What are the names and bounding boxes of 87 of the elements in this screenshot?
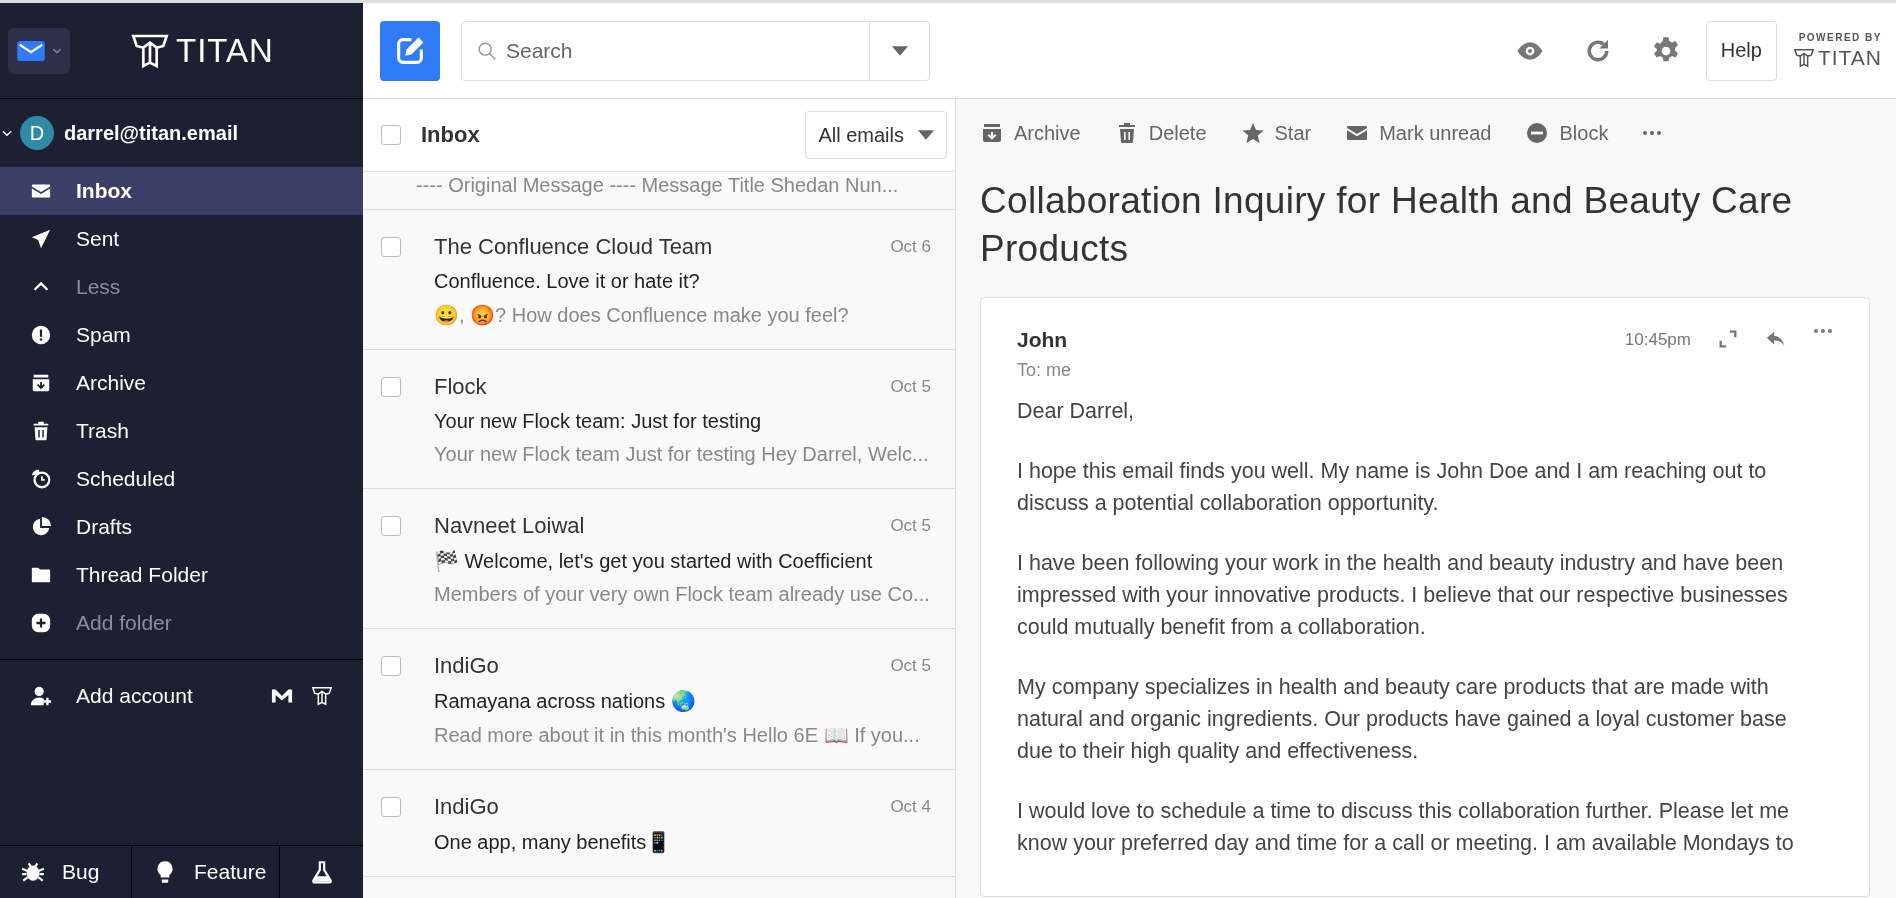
search-input[interactable]: Search	[504, 37, 869, 64]
message-date: Oct 5	[890, 656, 931, 676]
message-sender: IndiGo	[434, 794, 500, 820]
feature-button[interactable]: Feature	[132, 846, 280, 898]
message-date: Oct 5	[890, 516, 931, 536]
message-date: Oct 5	[890, 377, 931, 397]
more-icon	[1813, 328, 1833, 335]
add-account-button[interactable]: Add account	[0, 672, 271, 720]
archive-box-icon	[30, 372, 52, 394]
email-paragraph: I have been following your work in the health and beauty industry and have been impressed with your innovative products. I believe that our respective businesses could mutually benefit from a collaboration.	[1017, 550, 1789, 642]
avatar: D	[20, 116, 54, 150]
folder-item[interactable]: Archive	[0, 359, 363, 407]
message-subject: 🏁 Welcome, let's get you started with Coefficient	[434, 549, 874, 573]
email-time: 10:45pm	[1624, 330, 1691, 351]
folder-item[interactable]: Add folder	[0, 599, 363, 647]
folder-item[interactable]: Spam	[0, 311, 363, 359]
pie-icon	[30, 516, 52, 538]
email-paragraph: I would love to schedule a time to discuss this collaboration further. Please let me know your preferred day and time for a call or meeting. I am available Mondays to	[1017, 798, 1795, 858]
message-checkbox[interactable]	[381, 656, 401, 676]
plus-icon	[30, 612, 52, 634]
message-sender: IndiGo	[434, 653, 500, 679]
account-email[interactable]: darrel@titan.email	[64, 121, 238, 145]
message-subject: Ramayana across nations 🌏	[434, 689, 697, 713]
email-paragraph: Dear Darrel,	[1017, 398, 1136, 426]
folder-item[interactable]: Drafts	[0, 503, 363, 551]
message-row[interactable]: IndiGo Oct 5 Ramayana across nations 🌏 Read more about it in this month's Hello 6E 📖 If you...	[363, 629, 955, 770]
help-button[interactable]: Help	[1705, 20, 1777, 81]
message-subject: Your new Flock team: Just for testing	[434, 410, 763, 433]
bug-button[interactable]: Bug	[0, 846, 132, 898]
delete-button[interactable]: Delete	[1114, 121, 1207, 145]
message-checkbox[interactable]	[381, 237, 401, 257]
filter-dropdown[interactable]: All emails	[805, 111, 947, 159]
message-preview: Read more about it in this month's Hello 6E 📖 If you...	[434, 723, 921, 747]
email-paragraph: My company specializes in health and beauty care products that are made with natural and organic ingredients. Our products have gained a loyal customer base due to their high quality and effectiveness.	[1017, 674, 1788, 766]
more-button[interactable]	[1813, 328, 1833, 335]
message-row[interactable]: IndiGo Oct 4 One app, many benefits📱	[363, 770, 955, 877]
paper-plane-icon	[30, 228, 52, 250]
folder-title: Inbox	[421, 122, 481, 148]
folder-item[interactable]: Thread Folder	[0, 551, 363, 599]
message-date: Oct 4	[890, 797, 931, 817]
app-switcher-button[interactable]	[8, 27, 70, 74]
folder-item[interactable]: Scheduled	[0, 455, 363, 503]
folder-item[interactable]: Trash	[0, 407, 363, 455]
exclamation-icon	[30, 324, 52, 346]
message-checkbox[interactable]	[381, 377, 401, 397]
search-field[interactable]: Search	[461, 20, 930, 81]
brand-text: TITAN	[1817, 45, 1882, 70]
archive-button[interactable]: Archive	[980, 121, 1081, 145]
sender-name: John	[1017, 328, 1069, 353]
compose-button[interactable]	[380, 20, 440, 81]
folder-item[interactable]: Sent	[0, 215, 363, 263]
message-subject: One app, many benefits📱	[434, 830, 673, 854]
logo-text: TITAN	[176, 31, 274, 70]
message-subject: Confluence. Love it or hate it?	[434, 270, 701, 293]
more-button[interactable]	[1642, 130, 1663, 136]
message-checkbox[interactable]	[381, 516, 401, 536]
message-row[interactable]: The Confluence Cloud Team Oct 6 Confluence. Love it or hate it? 😀, 😡? How does Confluence make you feel?	[363, 210, 955, 350]
email-subject: Collaboration Inquiry for Health and Beauty Care Products	[980, 179, 1794, 272]
message-date: Oct 6	[890, 237, 931, 257]
titan-logo-icon	[311, 685, 333, 707]
block-button[interactable]: Block	[1525, 121, 1609, 145]
folder-item[interactable]: Inbox	[0, 167, 363, 215]
recipient-line: To: me	[1017, 360, 1073, 382]
message-row[interactable]: Flock Oct 5 Your new Flock team: Just for testing Your new Flock team Just for testing Hey Darrel, Welc...	[363, 350, 955, 489]
clock-icon	[30, 468, 52, 490]
person-plus-icon	[30, 685, 52, 707]
message-preview: 😀, 😡? How does Confluence make you feel?	[434, 303, 850, 327]
folder-item[interactable]: Less	[0, 263, 363, 311]
email-paragraph: I hope this email finds you well. My name is John Doe and I am reaching out to discuss a potential collaboration opportunity.	[1017, 458, 1768, 518]
message-preview: Your new Flock team Just for testing Hey Darrel, Welc...	[434, 443, 930, 466]
archive-box-icon	[980, 121, 1004, 145]
star-button[interactable]: Star	[1240, 121, 1312, 145]
caret-down-icon	[918, 130, 934, 140]
message-checkbox[interactable]	[381, 797, 401, 817]
message-preview: ---- Original Message ---- Message Title Shedan Nun...	[416, 174, 900, 197]
titan-logo-icon	[1792, 46, 1815, 69]
caret-down-icon	[891, 45, 908, 56]
select-all-checkbox[interactable]	[381, 125, 401, 145]
more-icon	[1642, 130, 1663, 136]
message-preview: Members of your very own Flock team already use Co...	[434, 583, 931, 606]
minus-circle-icon	[1525, 121, 1550, 145]
message-row[interactable]: Navneet Loiwal Oct 5 🏁 Welcome, let's get you started with Coefficient Members of your very own Flock team already use Co...	[363, 489, 955, 629]
message-sender: Navneet Loiwal	[434, 513, 586, 539]
unread-button[interactable]: Mark unread	[1345, 121, 1492, 145]
message-sender: Flock	[434, 374, 488, 400]
message-sender: The Confluence Cloud Team	[434, 234, 714, 260]
powered-by-label: POWERED BY	[1798, 31, 1882, 43]
